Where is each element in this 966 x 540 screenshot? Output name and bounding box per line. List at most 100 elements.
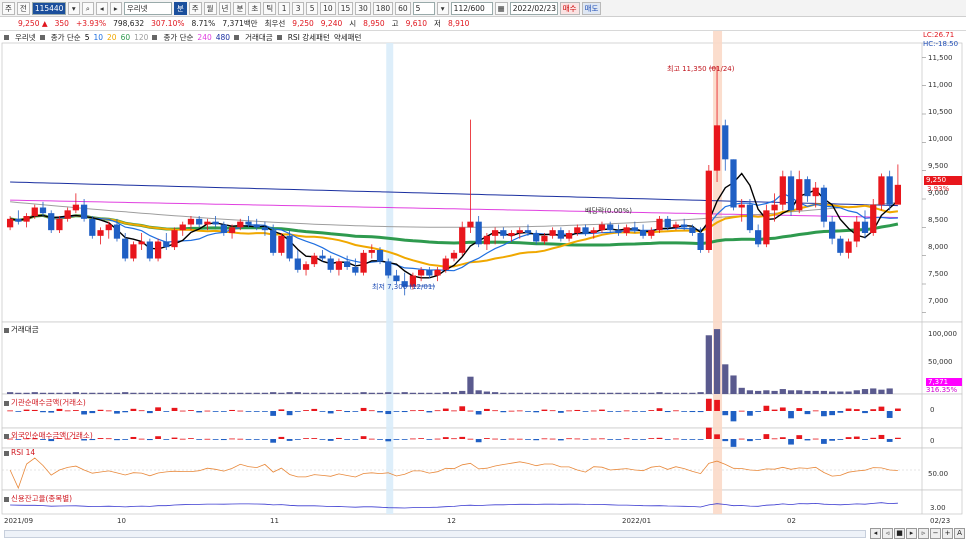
zoom-in-icon[interactable]: + [942,528,953,539]
net-buy-bar [89,411,96,414]
nav-prev-icon[interactable]: ◃ [882,528,893,539]
candle-body [122,238,129,259]
chart-panel [1,42,963,323]
candle-body [705,170,712,250]
candle-body [467,221,474,228]
volume-bar [491,392,499,394]
toolbar-item-0[interactable]: 주 [2,1,15,15]
interval-btn-4[interactable]: 15 [337,1,354,15]
net-buy-bar [146,411,153,414]
stock-chart[interactable] [0,0,966,540]
volume-bar [31,392,38,394]
interval-btn-6[interactable]: 180 [372,1,394,15]
net-buy-bar [319,411,326,412]
period-btn-0[interactable]: 분 [173,1,187,15]
zoom-out-icon[interactable]: − [930,528,941,539]
period-btn-4[interactable]: 분 [233,1,247,15]
candle-body [582,227,589,233]
candle-body [746,204,754,231]
net-buy-bar [253,439,260,440]
buy-button[interactable]: 매수 [559,1,580,15]
period-btn-5[interactable]: 초 [248,1,262,15]
net-buy-bar [492,410,498,412]
net-buy-bar [631,411,638,412]
page-count-field[interactable]: 112/600 [450,1,493,15]
net-buy-bar [410,410,416,412]
interval-btn-5[interactable]: 30 [355,1,371,15]
net-buy-bar [484,408,490,411]
period-btn-3[interactable]: 년 [218,1,232,15]
font-size-icon[interactable]: A [954,528,965,539]
candle-body [615,230,622,233]
net-buy-bar [747,411,753,416]
candle-body [524,230,532,233]
count-dropdown-icon[interactable]: ▾ [436,1,449,15]
stock-name-field[interactable]: 우리넷 [123,1,172,15]
net-buy-bar [442,437,449,439]
legend-vol-label[interactable]: 거래대금 [245,32,273,43]
net-buy-bar [804,439,811,441]
volume-axis-label: 100,000 [928,330,957,338]
interval-btn-2[interactable]: 5 [306,1,319,15]
volume-bar [360,392,367,394]
dropdown-icon[interactable]: ▾ [67,1,80,15]
nav-stop-icon[interactable]: ■ [894,528,905,539]
net-buy-bar [451,438,457,440]
date-input[interactable]: 2022/02/23 [509,1,558,15]
price-axis-label: 11,000 [928,81,953,89]
net-buy-bar [171,407,178,411]
price-change: 350 [54,19,69,28]
legend-stock-name[interactable]: 우리넷 [15,32,36,43]
horizontal-scrollbar[interactable] [4,529,866,538]
candle-body [450,252,458,259]
calendar-icon[interactable]: ▦ [494,1,508,15]
legend-rsi-label[interactable]: RSI 강세패턴 [288,32,330,43]
candle-body [475,221,482,245]
ma240-line [10,199,898,218]
interval-btn-1[interactable]: 3 [292,1,305,15]
volume-panel-title: 거래대금 [4,324,39,335]
candle-body [154,241,162,259]
volume-bar [804,390,811,394]
rsi-axis-label: 50.00 [928,470,949,478]
legend-ma-label[interactable]: 종가 단순 [51,32,81,43]
panel-square-icon [4,327,9,333]
period-btn-1[interactable]: 주 [188,1,202,15]
period-btn-6[interactable]: 틱 [263,1,277,15]
net-buy-bar [533,439,540,441]
nav-next-icon[interactable]: ▸ [906,528,917,539]
search-icon[interactable]: ⌕ [81,1,94,15]
volume-bar [294,392,301,394]
nav-last-icon[interactable]: ▹ [918,528,929,539]
net-buy-bar [508,438,515,440]
volume-bar [270,392,277,394]
pref-label: 최우선 [264,19,286,28]
net-buy-bar [122,411,129,413]
count-input[interactable]: 5 [412,1,435,15]
period-btn-2[interactable]: 월 [203,1,217,15]
toolbar-item-1[interactable]: 전 [16,1,30,15]
interval-btn-7[interactable]: 60 [395,1,411,15]
volume-bar [500,392,507,394]
legend-ma2-label[interactable]: 종가 단순 [163,32,193,43]
net-buy-bar [368,438,375,440]
net-buy-bar [697,411,704,413]
net-buy-bar [303,410,309,411]
legend-weak-label[interactable]: 약세패턴 [334,32,362,43]
net-buy-bar [245,439,252,440]
sell-button[interactable]: 매도 [581,1,602,15]
net-buy-bar [656,437,663,439]
volume-bar [80,392,88,394]
net-buy-bar [245,411,252,412]
nav-first-icon[interactable]: ◂ [870,528,881,539]
candle-body [491,230,499,236]
interval-btn-3[interactable]: 10 [320,1,336,15]
volume-bar [245,392,252,394]
prev-arrow-icon[interactable]: ◂ [95,1,108,15]
stock-code-input[interactable]: 115440 [31,1,66,15]
next-arrow-icon[interactable]: ▸ [109,1,122,15]
volume-bar [261,392,269,394]
interval-btn-0[interactable]: 1 [278,1,291,15]
net-buy-bar [253,411,260,412]
volume-bar [631,392,638,394]
